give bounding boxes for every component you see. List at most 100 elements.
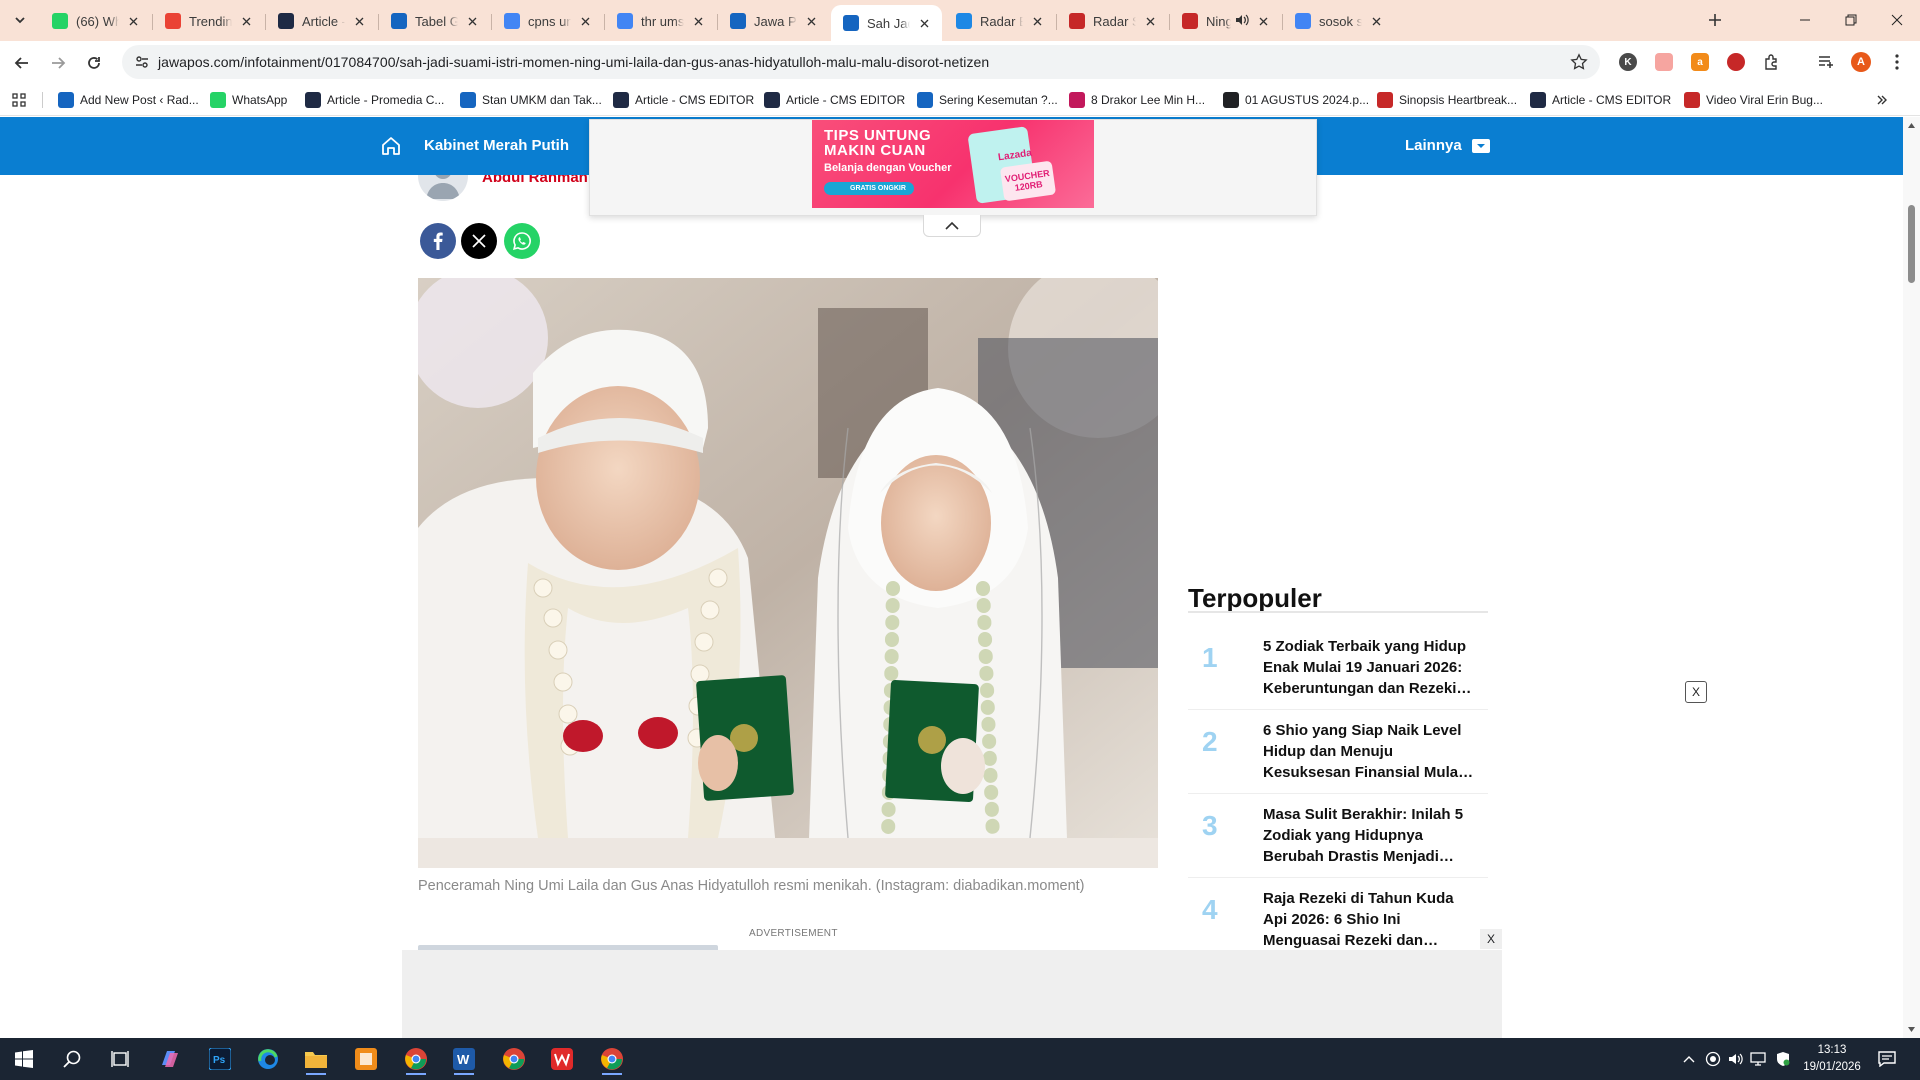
bookmark-10[interactable]: Sinopsis Heartbreak... <box>1377 90 1517 110</box>
tab-2[interactable]: Trending Now <box>153 5 264 37</box>
bookmark-5[interactable]: Article - CMS EDITOR <box>613 90 754 110</box>
close-tab-icon[interactable] <box>1368 13 1384 29</box>
bookmark-3[interactable]: Article - Promedia C... <box>305 90 444 110</box>
nav-more-button[interactable]: Lainnya <box>1405 137 1490 154</box>
share-facebook-button[interactable] <box>420 223 456 259</box>
audio-playing-icon[interactable] <box>1235 13 1249 30</box>
extension-3[interactable]: a <box>1689 51 1711 73</box>
extensions-button[interactable] <box>1761 51 1783 73</box>
bookmark-2[interactable]: WhatsApp <box>210 90 287 110</box>
back-button[interactable] <box>8 49 36 77</box>
close-tab-icon[interactable] <box>1142 13 1158 29</box>
taskbar-app-orange[interactable] <box>348 1043 384 1075</box>
close-window-button[interactable] <box>1874 0 1920 40</box>
site-info-button[interactable] <box>130 50 154 74</box>
collapse-ad-button[interactable] <box>923 215 981 237</box>
extension-2[interactable] <box>1653 51 1675 73</box>
minimize-button[interactable] <box>1782 0 1828 40</box>
tab-7[interactable]: Jawa Pos Sel <box>718 5 829 37</box>
tab-9[interactable]: Radar Bogor <box>944 5 1055 37</box>
close-tab-icon[interactable] <box>916 15 932 31</box>
home-icon[interactable] <box>380 135 402 157</box>
close-tab-icon[interactable] <box>238 13 254 29</box>
close-tab-icon[interactable] <box>577 13 593 29</box>
notifications-button[interactable] <box>1877 1049 1897 1069</box>
close-tab-icon[interactable] <box>1255 13 1271 29</box>
tab-6[interactable]: thr umsu - G <box>605 5 716 37</box>
tray-record-button[interactable] <box>1703 1049 1723 1069</box>
bottom-ad-banner[interactable] <box>402 950 1502 1038</box>
close-tab-icon[interactable] <box>464 13 480 29</box>
close-tab-icon[interactable] <box>125 13 141 29</box>
share-whatsapp-button[interactable] <box>504 223 540 259</box>
tab-4[interactable]: Tabel Gaji PNS <box>379 5 490 37</box>
start-button[interactable] <box>6 1043 42 1075</box>
browser-menu-button[interactable] <box>1886 51 1908 73</box>
reload-button[interactable] <box>80 49 108 77</box>
popular-item[interactable]: 3 Masa Sulit Berakhir: Inilah 5 Zodiak ya… <box>1188 796 1488 878</box>
restore-button[interactable] <box>1828 0 1874 40</box>
new-tab-button[interactable] <box>1703 8 1727 32</box>
scroll-down-icon[interactable] <box>1907 1025 1916 1034</box>
bookmark-star-button[interactable] <box>1568 51 1590 73</box>
taskbar-chrome-profile[interactable] <box>398 1043 434 1075</box>
taskbar-wps[interactable] <box>544 1043 580 1075</box>
extension-1[interactable]: K <box>1617 51 1639 73</box>
address-bar[interactable]: jawapos.com/infotainment/017084700/sah-j… <box>122 45 1600 79</box>
taskbar-chrome[interactable] <box>496 1043 532 1075</box>
bookmark-1[interactable]: Add New Post ‹ Rad... <box>58 90 199 110</box>
forward-button[interactable] <box>44 49 72 77</box>
popular-title-link[interactable]: 5 Zodiak Terbaik yang Hidup Enak Mulai 1… <box>1263 636 1475 699</box>
tab-10[interactable]: Radar Semar <box>1057 5 1168 37</box>
popular-item[interactable]: 1 5 Zodiak Terbaik yang Hidup Enak Mulai … <box>1188 628 1488 710</box>
bookmark-12[interactable]: Video Viral Erin Bug... <box>1684 90 1823 110</box>
apps-button[interactable] <box>12 90 26 110</box>
url-text[interactable]: jawapos.com/infotainment/017084700/sah-j… <box>158 54 989 70</box>
nav-kabinet-merah-putih[interactable]: Kabinet Merah Putih <box>424 137 569 154</box>
scrollbar-thumb[interactable] <box>1908 205 1915 283</box>
taskbar-chrome-2[interactable] <box>594 1043 630 1075</box>
taskbar-search-button[interactable] <box>54 1043 90 1075</box>
popular-item[interactable]: 2 6 Shio yang Siap Naik Level Hidup dan M… <box>1188 712 1488 794</box>
close-tab-icon[interactable] <box>1029 13 1045 29</box>
bookmark-4[interactable]: Stan UMKM dan Tak... <box>460 90 602 110</box>
bookmark-7[interactable]: Sering Kesemutan ?... <box>917 90 1058 110</box>
extension-4[interactable] <box>1725 51 1747 73</box>
tab-12[interactable]: sosok suami <box>1283 5 1394 37</box>
task-view-button[interactable] <box>102 1043 138 1075</box>
close-tab-icon[interactable] <box>690 13 706 29</box>
network-button[interactable] <box>1748 1049 1768 1069</box>
close-tab-icon[interactable] <box>803 13 819 29</box>
bookmark-6[interactable]: Article - CMS EDITOR <box>764 90 905 110</box>
bookmark-11[interactable]: Article - CMS EDITOR <box>1530 90 1671 110</box>
taskbar-edge[interactable] <box>250 1043 286 1075</box>
tab-1[interactable]: (66) WhatsApp <box>40 5 151 37</box>
bookmark-8[interactable]: 8 Drakor Lee Min H... <box>1069 90 1205 110</box>
popular-title-link[interactable]: Raja Rezeki di Tahun Kuda Api 2026: 6 Sh… <box>1263 888 1475 951</box>
lazada-ad-banner[interactable]: TIPS UNTUNG MAKIN CUAN Belanja dengan Vou… <box>812 120 1094 208</box>
popular-title-link[interactable]: Masa Sulit Berakhir: Inilah 5 Zodiak yan… <box>1263 804 1475 867</box>
tab-8[interactable]: Sah Jadi Sua <box>831 5 942 41</box>
taskbar-word[interactable]: W <box>446 1043 482 1075</box>
taskbar-photoshop[interactable]: Ps <box>202 1043 238 1075</box>
taskbar-copilot[interactable] <box>152 1043 188 1075</box>
security-button[interactable] <box>1773 1049 1793 1069</box>
tab-search-button[interactable] <box>8 8 32 32</box>
page-scrollbar[interactable] <box>1903 117 1920 1038</box>
volume-button[interactable] <box>1725 1049 1745 1069</box>
article-photo[interactable] <box>418 278 1158 868</box>
close-bottom-ad-button[interactable]: X <box>1480 929 1502 949</box>
popular-title-link[interactable]: 6 Shio yang Siap Naik Level Hidup dan Me… <box>1263 720 1475 783</box>
tab-3[interactable]: Article - CMS <box>266 5 377 37</box>
more-bookmarks-button[interactable] <box>1876 90 1888 110</box>
scroll-up-icon[interactable] <box>1907 121 1916 130</box>
taskbar-file-explorer[interactable] <box>298 1043 334 1075</box>
taskbar-clock[interactable]: 13:13 19/01/2026 <box>1802 1042 1862 1076</box>
bookmark-9[interactable]: 01 AGUSTUS 2024.p... <box>1223 90 1369 110</box>
close-tab-icon[interactable] <box>351 13 367 29</box>
close-ad-button[interactable]: X <box>1685 681 1707 703</box>
share-x-button[interactable] <box>461 223 497 259</box>
tab-5[interactable]: cpns umsu - <box>492 5 603 37</box>
tab-11[interactable]: Ning Um <box>1170 5 1281 37</box>
profile-button[interactable]: A <box>1850 51 1872 73</box>
